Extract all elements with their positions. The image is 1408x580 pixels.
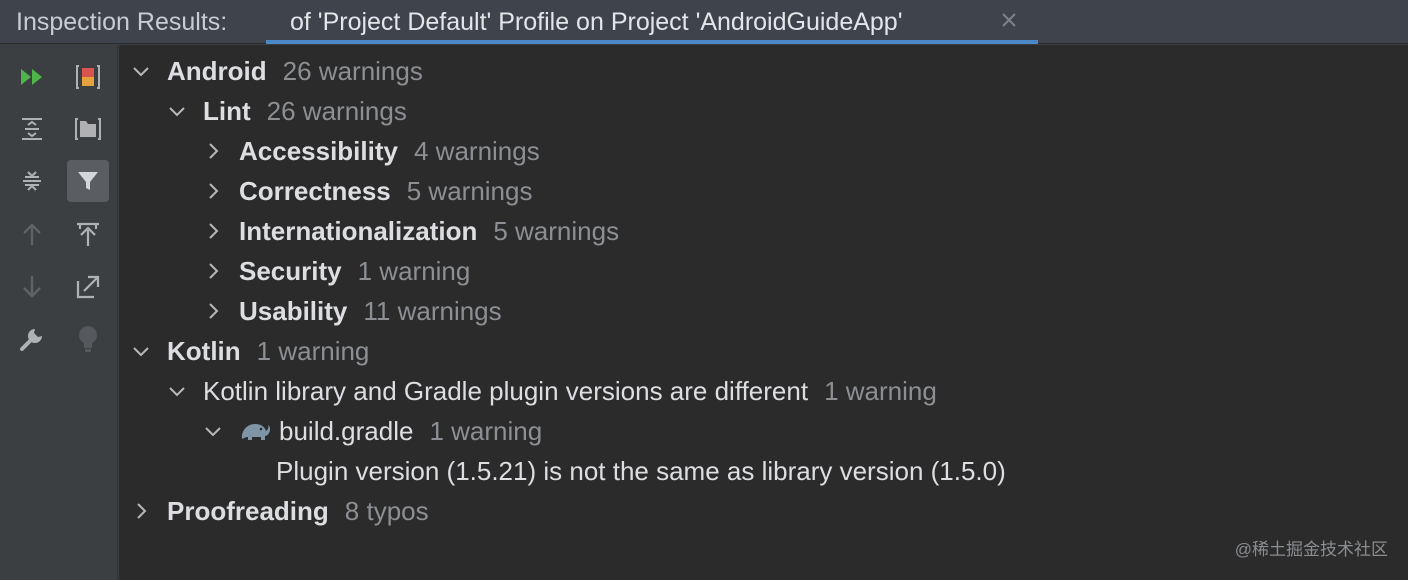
tab-inspection-profile[interactable]: of 'Project Default' Profile on Project … (266, 0, 1038, 44)
tree-node-kotlin-versions[interactable]: Kotlin library and Gradle plugin version… (167, 371, 937, 411)
node-label: Security (239, 255, 342, 286)
tree-node-proofreading[interactable]: Proofreading 8 typos (131, 491, 429, 531)
node-count: 1 warning (824, 375, 937, 406)
tree-node-build-gradle[interactable]: build.gradle 1 warning (203, 411, 542, 451)
next-occurrence-icon[interactable] (11, 266, 53, 308)
tree-node-correctness[interactable]: Correctness 5 warnings (203, 171, 532, 211)
chevron-right-icon[interactable] (131, 501, 151, 521)
node-count: 1 warning (256, 335, 370, 366)
node-label: Accessibility (239, 135, 398, 166)
node-label: Kotlin library and Gradle plugin version… (203, 375, 809, 406)
inspection-tree: Android 26 warnings Lint 26 warnings Acc… (119, 45, 1408, 580)
panel-title: Inspection Results: (16, 8, 228, 36)
node-label: Internationalization (239, 215, 478, 246)
close-icon[interactable] (998, 9, 1020, 31)
rerun-icon[interactable] (11, 56, 53, 98)
node-count: 5 warnings (406, 175, 533, 206)
node-label: Kotlin (167, 335, 241, 366)
settings-wrench-icon[interactable] (11, 318, 53, 360)
node-label: build.gradle (279, 415, 414, 446)
node-count: 26 warnings (282, 55, 423, 86)
chevron-right-icon[interactable] (203, 301, 223, 321)
chevron-right-icon[interactable] (203, 141, 223, 161)
stop-icon[interactable] (67, 56, 109, 98)
chevron-down-icon[interactable] (203, 421, 223, 441)
chevron-down-icon[interactable] (131, 341, 151, 361)
export-icon[interactable] (67, 213, 109, 255)
node-count: 5 warnings (493, 215, 620, 246)
node-label: Proofreading (167, 495, 329, 526)
inspection-toolbar (0, 45, 118, 580)
node-count: 11 warnings (363, 295, 502, 326)
chevron-right-icon[interactable] (203, 261, 223, 281)
collapse-all-icon[interactable] (11, 160, 53, 202)
tree-node-lint[interactable]: Lint 26 warnings (167, 91, 407, 131)
node-count: 1 warning (429, 415, 543, 446)
tree-node-usability[interactable]: Usability 11 warnings (203, 291, 502, 331)
chevron-down-icon[interactable] (167, 381, 187, 401)
tab-title: of 'Project Default' Profile on Project … (290, 8, 903, 36)
problem-description[interactable]: Plugin version (1.5.21) is not the same … (276, 451, 1006, 491)
problem-text: Plugin version (1.5.21) is not the same … (276, 455, 1006, 486)
inspection-results-window: Inspection Results: of 'Project Default'… (0, 0, 1408, 580)
tree-node-security[interactable]: Security 1 warning (203, 251, 470, 291)
tree-node-internationalization[interactable]: Internationalization 5 warnings (203, 211, 619, 251)
node-label: Lint (203, 95, 251, 126)
node-label: Correctness (239, 175, 391, 206)
tree-node-kotlin[interactable]: Kotlin 1 warning (131, 331, 369, 371)
tool-window-header: Inspection Results: of 'Project Default'… (0, 0, 1408, 44)
node-label: Usability (239, 295, 348, 326)
gradle-elephant-icon (239, 419, 271, 443)
expand-all-icon[interactable] (11, 108, 53, 150)
chevron-down-icon[interactable] (167, 101, 187, 121)
watermark: @稀土掘金技术社区 (1234, 540, 1388, 559)
tree-node-android[interactable]: Android 26 warnings (131, 51, 423, 91)
previous-occurrence-icon[interactable] (11, 213, 53, 255)
chevron-right-icon[interactable] (203, 221, 223, 241)
node-count: 1 warning (357, 255, 471, 286)
open-in-editor-icon[interactable] (67, 266, 109, 308)
group-by-icon[interactable] (67, 108, 109, 150)
quick-fix-bulb-icon[interactable] (67, 318, 109, 360)
filter-icon[interactable] (67, 160, 109, 202)
chevron-down-icon[interactable] (131, 61, 151, 81)
chevron-right-icon[interactable] (203, 181, 223, 201)
tree-node-accessibility[interactable]: Accessibility 4 warnings (203, 131, 540, 171)
node-label: Android (167, 55, 267, 86)
node-count: 4 warnings (413, 135, 540, 166)
node-count: 8 typos (344, 495, 429, 526)
node-count: 26 warnings (266, 95, 407, 126)
